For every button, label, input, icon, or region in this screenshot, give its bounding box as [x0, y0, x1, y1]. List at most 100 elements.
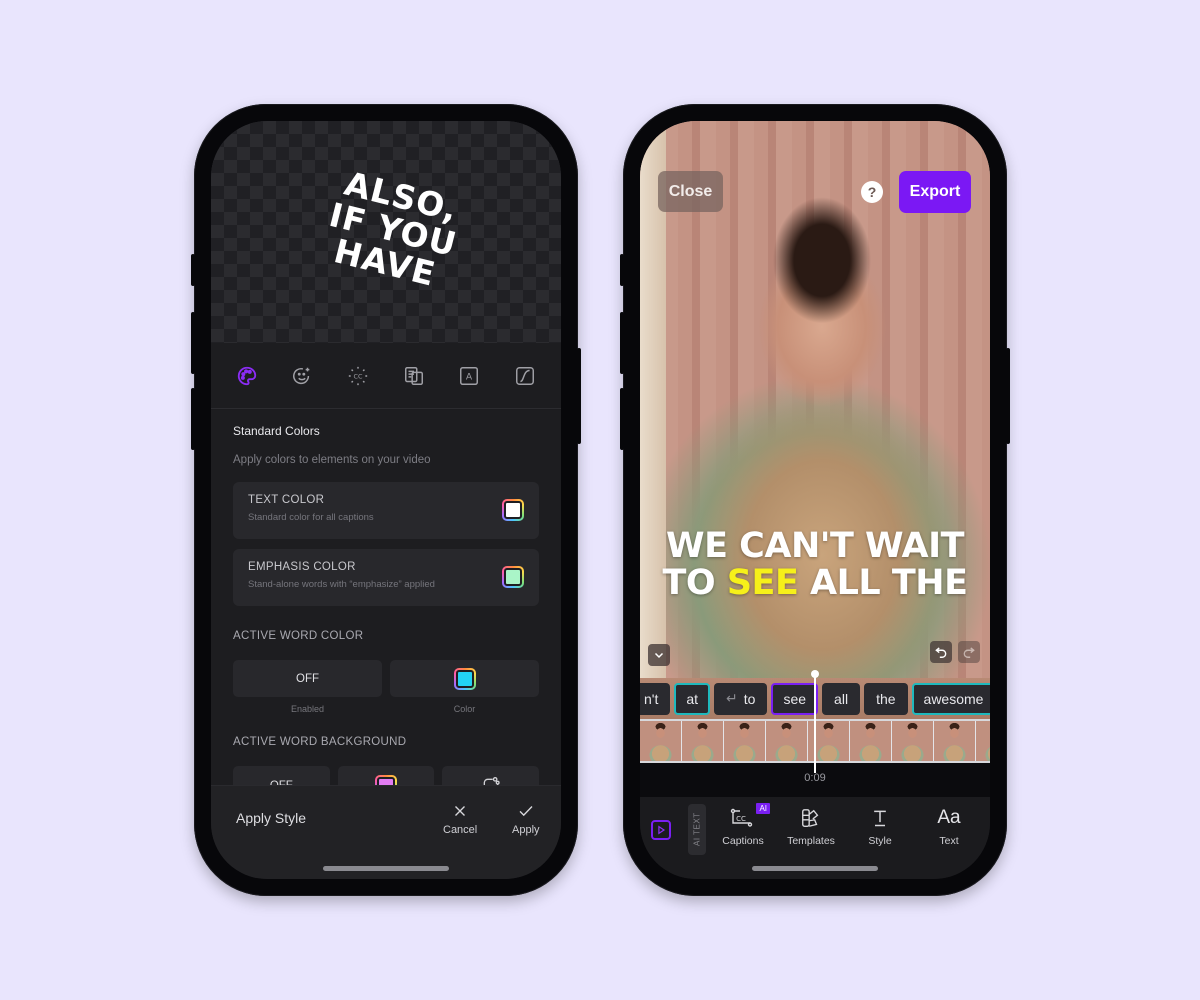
captions-label: Captions: [722, 835, 764, 847]
phone-volume-down-button: [620, 388, 624, 450]
caption-word-chip[interactable]: all: [822, 682, 861, 715]
phone-power-button: [1006, 348, 1010, 444]
text-color-swatch[interactable]: [502, 499, 524, 521]
tab-colors[interactable]: [229, 358, 265, 394]
style-label: Style: [868, 835, 892, 847]
caption-highlight-word: SEE: [726, 563, 799, 603]
text-color-card[interactable]: TEXT COLOR Standard color for all captio…: [233, 482, 539, 539]
active-word-background-color-picker[interactable]: [337, 766, 435, 785]
check-icon: [519, 806, 533, 817]
play-icon: [658, 825, 666, 835]
captions-icon: CC: [730, 808, 753, 827]
active-word-color-picker[interactable]: [390, 660, 539, 697]
tab-translate[interactable]: [396, 358, 432, 394]
text-color-label: TEXT COLOR: [248, 494, 325, 506]
right-screen: Close ? Export WE CAN'T WAIT TO SEE ALL …: [640, 121, 990, 879]
color-caption: Color: [453, 704, 476, 714]
phone-volume-up-button: [191, 312, 195, 374]
caption-word-text: to: [743, 690, 756, 707]
svg-text:CC: CC: [354, 372, 363, 380]
tab-emoji[interactable]: [284, 358, 320, 394]
cc-sparkle-icon: CC: [348, 366, 368, 385]
font-box-icon: A: [460, 366, 479, 385]
rounded-corner-icon: [483, 777, 500, 785]
page-background: [0, 0, 1200, 1000]
nav-captions[interactable]: CC AI Captions: [713, 803, 773, 847]
playhead[interactable]: [811, 670, 819, 773]
svg-text:A: A: [466, 371, 473, 382]
play-button[interactable]: [651, 820, 671, 840]
left-screen: ALSO, IF YOU HAVE CC A Standard Colors A…: [211, 121, 561, 879]
timecode: 0:09: [804, 772, 826, 784]
phone-volume-up-button: [620, 312, 624, 374]
text-color-description: Standard color for all captions: [248, 512, 374, 523]
panel-title: Standard Colors: [233, 424, 320, 438]
emoji-sparkle-icon: [293, 367, 310, 384]
ai-text-tab[interactable]: AI TEXT: [688, 804, 706, 855]
active-word-background-toggle[interactable]: OFF: [233, 766, 330, 785]
active-word-background-swatch: [375, 775, 397, 785]
translate-icon: [404, 366, 423, 385]
filmstrip-frame: [766, 721, 808, 761]
svg-text:CC: CC: [736, 815, 746, 823]
nav-text[interactable]: Aa Text: [919, 805, 979, 847]
caption-word-text: all: [834, 690, 849, 707]
redo-button[interactable]: [958, 641, 980, 663]
nav-style[interactable]: Style: [850, 805, 910, 847]
filmstrip-frame: [934, 721, 976, 761]
curve-icon: [516, 366, 535, 385]
line-break-icon: ↵: [726, 690, 738, 706]
phone-volume-down-button: [191, 388, 195, 450]
undo-icon: [935, 647, 947, 658]
caption-word-chip[interactable]: see: [771, 682, 819, 715]
caption-word-chip[interactable]: the: [864, 682, 908, 715]
active-word-background-label: ACTIVE WORD BACKGROUND: [233, 736, 407, 748]
emphasis-color-swatch[interactable]: [502, 566, 524, 588]
tab-font[interactable]: A: [451, 358, 487, 394]
caption-word-text: at: [686, 690, 699, 707]
caption-word-chip[interactable]: at: [674, 682, 711, 715]
tab-ai-captions[interactable]: CC: [340, 358, 376, 394]
enabled-caption: Enabled: [290, 704, 325, 714]
active-word-color-controls: OFF Enabled Color: [233, 660, 539, 714]
phone-side-button: [191, 254, 195, 286]
phone-video-editor: Close ? Export WE CAN'T WAIT TO SEE ALL …: [620, 104, 1010, 896]
style-icon: [874, 810, 886, 827]
text-icon: Aa: [937, 807, 961, 828]
caption-word-chip[interactable]: ↵ to: [714, 682, 768, 715]
caption-line-1: WE CAN'T WAIT: [665, 526, 965, 566]
palette-icon: [237, 366, 256, 385]
filmstrip-frame: [682, 721, 724, 761]
emphasis-color-card[interactable]: EMPHASIS COLOR Stand-alone words with “e…: [233, 549, 539, 606]
standard-colors-panel: Standard Colors Apply colors to elements…: [211, 410, 561, 785]
home-indicator: [323, 866, 449, 871]
export-button[interactable]: Export: [899, 171, 971, 213]
filmstrip-frame: [640, 721, 682, 761]
nav-templates[interactable]: Templates: [781, 805, 841, 847]
help-icon[interactable]: ?: [861, 181, 883, 203]
corner-radius-button[interactable]: [442, 766, 540, 785]
caption-word-chip[interactable]: n't: [640, 682, 671, 715]
tab-animation[interactable]: [507, 358, 543, 394]
caption-word-chip[interactable]: awesome: [911, 682, 990, 715]
caption-line-2: TO SEE ALL THE: [640, 565, 990, 602]
templates-label: Templates: [787, 835, 835, 847]
templates-icon: [802, 809, 819, 827]
active-word-color-toggle[interactable]: OFF: [233, 660, 382, 697]
undo-button[interactable]: [930, 641, 952, 663]
caption-line-2-post: ALL THE: [798, 563, 968, 603]
filmstrip-frame: [724, 721, 766, 761]
caption-word-text: see: [783, 690, 807, 707]
close-button[interactable]: Close: [658, 171, 723, 212]
caption-word-text: awesome: [923, 690, 984, 707]
panel-subtitle: Apply colors to elements on your video: [233, 454, 431, 466]
apply-button[interactable]: Apply: [512, 802, 540, 836]
phone-power-button: [577, 348, 581, 444]
collapse-button[interactable]: [648, 644, 670, 666]
close-icon: [455, 806, 466, 816]
video-caption-overlay[interactable]: WE CAN'T WAIT TO SEE ALL THE: [640, 528, 990, 602]
cancel-button[interactable]: Cancel: [443, 802, 477, 836]
emphasis-color-description: Stand-alone words with “emphasize” appli…: [248, 579, 435, 590]
style-tool-tabs: CC A: [211, 343, 561, 409]
bottom-toolbar: AI TEXT CC AI Captions Templates Style A…: [640, 797, 990, 879]
